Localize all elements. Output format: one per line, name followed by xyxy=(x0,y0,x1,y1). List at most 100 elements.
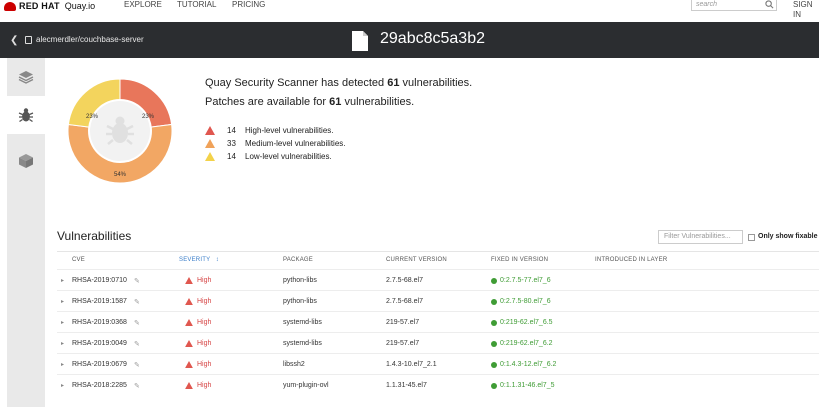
header-introduced-layer[interactable]: INTRODUCED IN LAYER xyxy=(595,257,667,263)
table-row[interactable]: ▸ RHSA-2019:1587 ✎ High python-libs 2.7.5-68.… xyxy=(57,290,819,311)
warning-triangle-icon xyxy=(185,319,193,326)
brand-logo[interactable]: RED HAT Quay.io xyxy=(4,0,95,12)
nav-explore[interactable]: EXPLORE xyxy=(124,0,162,10)
expand-caret-icon[interactable]: ▸ xyxy=(61,361,64,368)
nav-pricing[interactable]: PRICING xyxy=(232,0,265,10)
expand-caret-icon[interactable]: ▸ xyxy=(61,277,64,284)
current-version: 2.7.5-68.el7 xyxy=(386,277,423,284)
fixed-version: 0:2.7.5-80.el7_6 xyxy=(491,298,551,305)
table-row[interactable]: ▸ RHSA-2019:0679 ✎ High libssh2 1.4.3-10.el7_… xyxy=(57,353,819,374)
header-severity[interactable]: SEVERITY ↕ xyxy=(179,257,219,263)
repository-icon xyxy=(25,36,32,44)
expand-caret-icon[interactable]: ▸ xyxy=(61,298,64,305)
severity-badge: High xyxy=(185,340,211,347)
back-arrow-icon[interactable]: ❮ xyxy=(10,35,18,46)
external-link-icon[interactable]: ✎ xyxy=(134,277,140,285)
file-icon xyxy=(352,31,368,51)
external-link-icon[interactable]: ✎ xyxy=(134,298,140,306)
fixed-check-icon xyxy=(491,319,497,326)
package-name: yum-plugin-ovl xyxy=(283,382,329,389)
severity-badge: High xyxy=(185,382,211,389)
severity-badge: High xyxy=(185,298,211,305)
nav-tutorial[interactable]: TUTORIAL xyxy=(177,0,216,10)
header-cve[interactable]: CVE xyxy=(72,257,85,263)
package-icon xyxy=(19,154,33,168)
brand-name: RED HAT xyxy=(19,1,60,11)
table-row[interactable]: ▸ RHSA-2019:0710 ✎ High python-libs 2.7.5-68.… xyxy=(57,269,819,290)
current-version: 2.7.5-68.el7 xyxy=(386,298,423,305)
cve-id: RHSA-2019:0679 xyxy=(72,361,127,368)
severity-badge: High xyxy=(185,361,211,368)
package-name: systemd-libs xyxy=(283,340,322,347)
main-content: 23% 54% 23% Quay Security Scanner has de… xyxy=(45,58,819,407)
cve-id: RHSA-2019:0710 xyxy=(72,277,127,284)
package-name: python-libs xyxy=(283,298,317,305)
severity-badge: High xyxy=(185,319,211,326)
header-package[interactable]: PACKAGE xyxy=(283,257,313,263)
patch-summary: Patches are available for 61 vulnerabili… xyxy=(205,96,415,108)
search-icon[interactable] xyxy=(765,0,774,9)
fixed-check-icon xyxy=(491,340,497,347)
fixed-check-icon xyxy=(491,298,497,305)
expand-caret-icon[interactable]: ▸ xyxy=(61,382,64,389)
cve-id: RHSA-2019:0049 xyxy=(72,340,127,347)
tab-packages[interactable] xyxy=(7,142,45,180)
bug-icon xyxy=(18,108,34,123)
fixed-version: 0:219-62.el7_6.2 xyxy=(491,340,553,347)
header-fixed-version[interactable]: FIXED IN VERSION xyxy=(491,257,548,263)
red-hat-icon xyxy=(4,1,16,11)
external-link-icon[interactable]: ✎ xyxy=(134,361,140,369)
external-link-icon[interactable]: ✎ xyxy=(134,340,140,348)
table-row[interactable]: ▸ RHSA-2019:0368 ✎ High systemd-libs 219-57.e… xyxy=(57,311,819,332)
fixed-check-icon xyxy=(491,382,497,389)
sort-icon: ↕ xyxy=(215,257,219,263)
header-current-version[interactable]: CURRENT VERSION xyxy=(386,257,447,263)
sidebar xyxy=(7,58,45,407)
table-row[interactable]: ▸ RHSA-2019:0049 ✎ High systemd-libs 219-57.e… xyxy=(57,332,819,353)
layers-icon xyxy=(18,71,34,84)
scan-summary: Quay Security Scanner has detected 61 vu… xyxy=(205,77,473,89)
fixed-check-icon xyxy=(491,361,497,368)
expand-caret-icon[interactable]: ▸ xyxy=(61,340,64,347)
medium-level-count: 33 Medium-level vulnerabilities. xyxy=(205,139,345,148)
current-version: 1.1.31-45.el7 xyxy=(386,382,427,389)
warning-triangle-icon xyxy=(185,361,193,368)
fixed-version: 0:1.4.3-12.el7_6.2 xyxy=(491,361,556,368)
warning-triangle-icon xyxy=(205,126,215,135)
package-name: libssh2 xyxy=(283,361,305,368)
cve-id: RHSA-2019:0368 xyxy=(72,319,127,326)
warning-triangle-icon xyxy=(185,382,193,389)
current-version: 1.4.3-10.el7_2.1 xyxy=(386,361,437,368)
warning-triangle-icon xyxy=(205,152,215,161)
only-fixable-label: Only show fixable xyxy=(758,233,818,240)
donut-label-high: 23% xyxy=(142,114,155,120)
vulnerability-donut-chart: 23% 54% 23% xyxy=(67,78,173,184)
warning-triangle-icon xyxy=(205,139,215,148)
cve-id: RHSA-2018:2285 xyxy=(72,382,127,389)
product-name: Quay.io xyxy=(64,1,96,11)
expand-caret-icon[interactable]: ▸ xyxy=(61,319,64,326)
filter-vulnerabilities-input[interactable]: Filter Vulnerabilities... xyxy=(658,230,743,244)
severity-badge: High xyxy=(185,277,211,284)
current-version: 219-57.el7 xyxy=(386,340,420,347)
only-fixable-checkbox[interactable] xyxy=(748,234,755,241)
package-name: systemd-libs xyxy=(283,319,322,326)
divider xyxy=(57,251,819,252)
top-nav: RED HAT Quay.io EXPLORE TUTORIAL PRICING… xyxy=(0,0,819,19)
tab-layers[interactable] xyxy=(7,58,45,96)
external-link-icon[interactable]: ✎ xyxy=(134,382,140,390)
current-version: 219-57.el7 xyxy=(386,319,420,326)
vulnerabilities-heading: Vulnerabilities xyxy=(57,229,132,243)
donut-label-low: 23% xyxy=(86,114,99,120)
package-name: python-libs xyxy=(283,277,317,284)
high-level-count: 14 High-level vulnerabilities. xyxy=(205,126,333,135)
external-link-icon[interactable]: ✎ xyxy=(134,319,140,327)
table-row[interactable]: ▸ RHSA-2018:2285 ✎ High yum-plugin-ovl 1.1.31… xyxy=(57,374,819,395)
fixed-version: 0:2.7.5-77.el7_6 xyxy=(491,277,551,284)
signin-link[interactable]: SIGN IN xyxy=(793,0,819,20)
repo-header: ❮ alecmerdler/couchbase-server 29abc8c5a… xyxy=(0,22,819,58)
warning-triangle-icon xyxy=(185,277,193,284)
repo-breadcrumb[interactable]: alecmerdler/couchbase-server xyxy=(36,35,144,44)
tab-security-scan[interactable] xyxy=(7,96,45,134)
fixed-version: 0:219-62.el7_6.5 xyxy=(491,319,553,326)
